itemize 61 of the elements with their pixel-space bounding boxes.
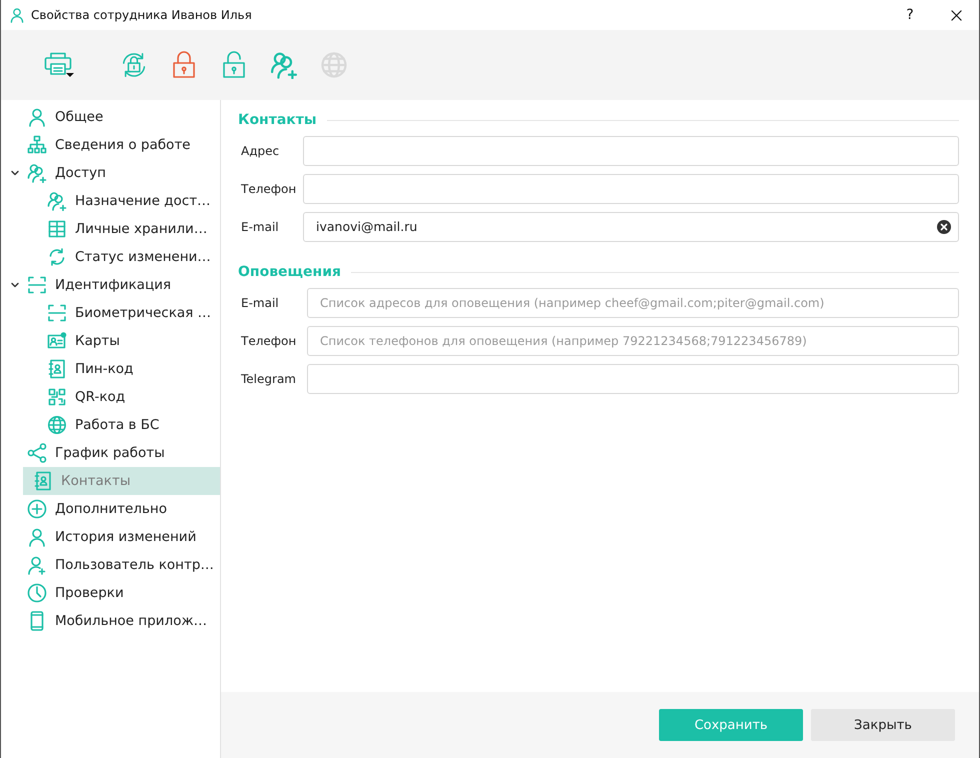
help-button[interactable]: ? [887,0,933,30]
person-icon [27,107,47,127]
clock-icon [27,583,47,603]
field-label: Адрес [240,144,280,158]
sidebar-item[interactable]: Общее [1,103,220,131]
sidebar-item[interactable]: График работы [1,439,220,467]
input-field[interactable]: Список адресов для оповещения (например cheef@gmail.com;piter@gmail.com) [307,288,959,318]
globe-icon [47,415,67,435]
globe-icon [319,51,349,79]
sidebar-item[interactable]: Биометрическая … [1,299,220,327]
sidebar-item[interactable]: История изменений [1,523,220,551]
sidebar-item[interactable]: Карты [1,327,220,355]
input-field[interactable] [303,136,959,166]
clear-icon[interactable] [937,220,951,234]
sidebar-item[interactable]: Мобильное прилож… [1,607,220,635]
share-icon [27,443,47,463]
sidebar-item[interactable]: Пользователь контр… [1,551,220,579]
people-plus-icon [47,191,67,211]
sidebar-item[interactable]: Сведения о работе [1,131,220,159]
people-plus-icon [269,51,299,79]
sidebar-item[interactable]: Доступ [1,159,220,187]
window-title: Свойства сотрудника Иванов Илья [31,8,253,22]
org-chart-icon [27,135,47,155]
sidebar-item[interactable]: Личные хранили… [1,215,220,243]
input-field[interactable] [307,364,959,394]
scan-frame-icon [27,275,47,295]
sidebar-item[interactable]: Пин-код [1,355,220,383]
person-icon [27,527,47,547]
close-dialog-button[interactable]: Закрыть [811,709,955,741]
input-field[interactable]: Список телефонов для оповещения (например 79221234568;791223456789) [307,326,959,356]
table-icon [47,219,67,239]
notebook-icon [33,471,53,491]
chevron-icon [10,280,20,290]
sidebar-item[interactable]: QR-код [1,383,220,411]
qr-code-icon [47,387,67,407]
plus-circle-icon [27,499,47,519]
field-label: Телефон [240,182,298,196]
field-label: Телефон [240,334,298,348]
input-field[interactable]: ivanovi@mail.ru [303,212,959,242]
chevron-icon [10,168,20,178]
sidebar-item[interactable]: Статус изменени… [1,243,220,271]
scan-frame-icon [47,303,67,323]
section-heading: Оповещения [238,264,341,280]
section-heading: Контакты [238,112,317,128]
id-card-icon [47,331,67,351]
notebook-icon [47,359,67,379]
field-label: Telegram [240,372,297,386]
sidebar-item[interactable]: Назначение дост… [1,187,220,215]
sidebar-item[interactable]: Проверки [1,579,220,607]
printer-icon [44,51,74,79]
field-label: E-mail [240,296,280,310]
person-icon [9,7,25,23]
field-label: E-mail [240,220,280,234]
refresh-icon [47,247,67,267]
sidebar-item[interactable]: Идентификация [1,271,220,299]
person-plus-icon [27,555,47,575]
close-icon [950,10,962,20]
sidebar-item[interactable]: Работа в БС [1,411,220,439]
input-field[interactable] [303,174,959,204]
sidebar-item[interactable]: Дополнительно [1,495,220,523]
people-plus-icon [27,163,47,183]
